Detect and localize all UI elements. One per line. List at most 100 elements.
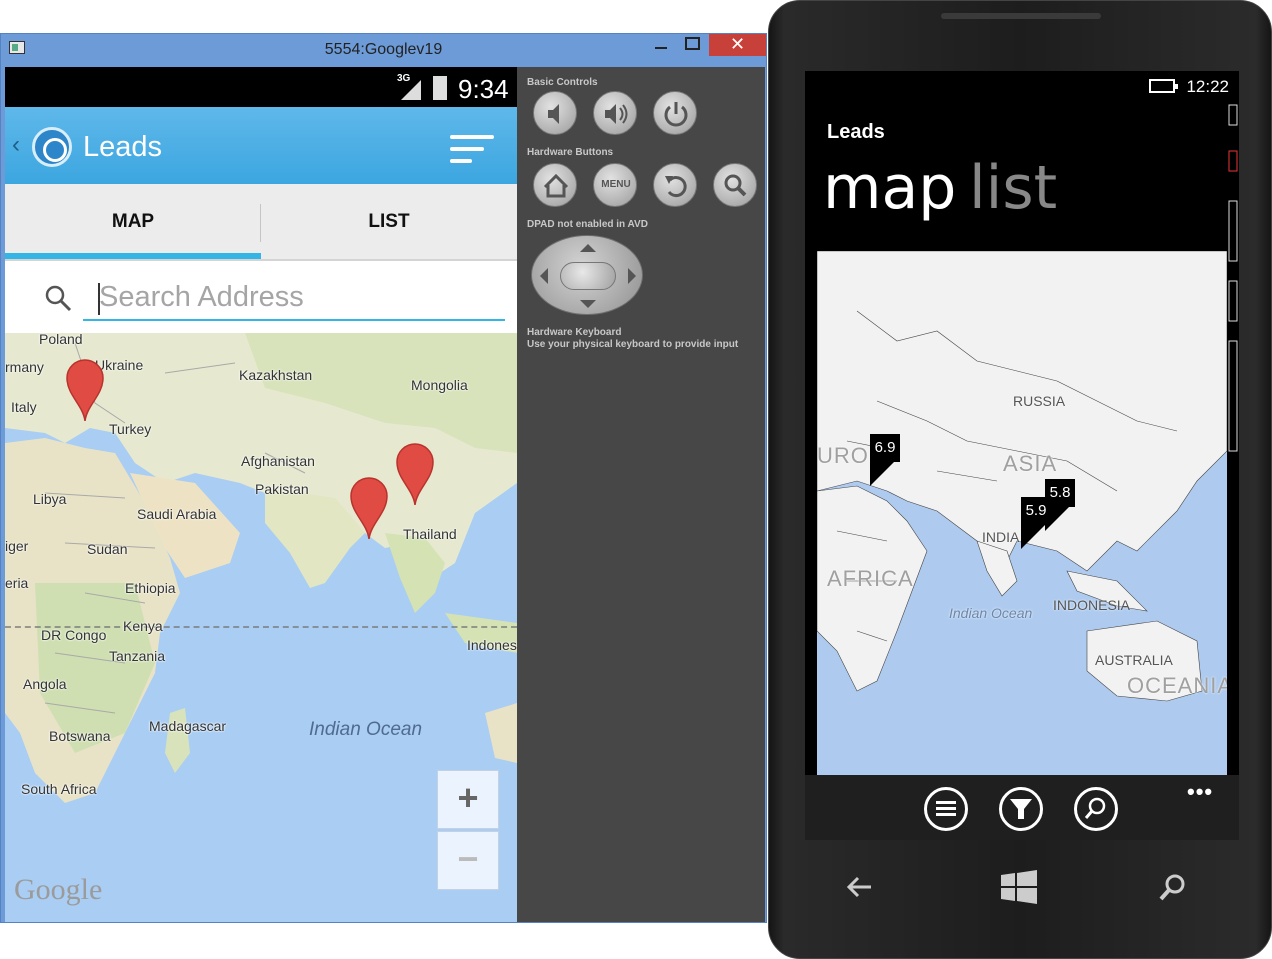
search-placeholder: Search Address <box>99 281 304 313</box>
hardware-buttons-heading: Hardware Buttons <box>527 147 614 158</box>
lead-pin[interactable]: 5.9 <box>1021 497 1051 551</box>
map-label: Afghanistan <box>241 453 315 469</box>
pivot-item-list[interactable]: list <box>969 153 1057 223</box>
map-marker-icon[interactable] <box>395 443 435 505</box>
map-label: Pakistan <box>255 481 309 497</box>
lead-pin[interactable]: 6.9 <box>870 434 900 488</box>
wp-start-hw-icon[interactable] <box>999 869 1039 905</box>
filter-icon <box>1010 799 1032 819</box>
list-button[interactable] <box>924 787 968 831</box>
map-label: Libya <box>33 491 67 507</box>
map-label: Botswana <box>49 728 111 744</box>
back-chevron-icon[interactable]: ‹ <box>12 131 20 159</box>
basic-controls-heading: Basic Controls <box>527 77 598 88</box>
map-label: Turkey <box>109 421 152 437</box>
map-label: Tanzania <box>109 648 166 664</box>
dpad-control[interactable] <box>531 235 643 315</box>
pin-value: 5.9 <box>1021 497 1051 525</box>
map-marker-icon[interactable] <box>65 359 105 421</box>
minimize-icon <box>655 47 667 49</box>
ocean-label: Indian Ocean <box>949 605 1033 621</box>
close-icon: ✕ <box>729 34 746 54</box>
volume-down-icon <box>548 104 559 124</box>
android-screen: 3G 9:34 ‹ Leads MAP LIST Search Address … <box>5 67 517 922</box>
menu-button[interactable]: MENU <box>593 163 637 207</box>
emulator-window: 5554:Googlev19 ✕ 3G 9:34 ‹ Leads MAP LIS… <box>0 33 767 923</box>
earpiece-speaker <box>941 13 1101 19</box>
map-label: Madagascar <box>149 718 227 734</box>
action-bar: ‹ Leads <box>5 107 517 184</box>
tab-map[interactable]: MAP <box>5 184 261 259</box>
maximize-button[interactable] <box>681 34 705 56</box>
back-button[interactable] <box>653 163 697 207</box>
zoom-out-button[interactable]: − <box>437 831 499 890</box>
wp-app-title: Leads <box>827 121 885 143</box>
list-icon <box>936 801 956 816</box>
pivot-item-map[interactable]: map <box>823 153 956 223</box>
pin-value: 6.9 <box>870 434 900 462</box>
bing-map[interactable]: RUSSIA INDIA INDONESIA AUSTRALIA UROI AS… <box>817 251 1227 775</box>
wp-back-hw-icon[interactable] <box>841 869 881 905</box>
search-icon <box>724 174 747 197</box>
volume-up-icon <box>605 104 628 124</box>
windows-phone-device: 12:22 Leads map list RUSSIA INDIA INDONE… <box>768 0 1272 959</box>
search-button[interactable] <box>1074 787 1118 831</box>
tab-bar: MAP LIST <box>5 184 517 261</box>
ocean-label: Indian Ocean <box>309 719 423 740</box>
map-label-india: INDIA <box>982 529 1020 545</box>
pin-tail <box>870 462 894 486</box>
overflow-menu-icon[interactable] <box>450 135 494 163</box>
map-label: Ethiopia <box>125 580 176 596</box>
map-label: rmany <box>5 359 44 375</box>
windows-phone-screen: 12:22 Leads map list RUSSIA INDIA INDONE… <box>805 71 1239 840</box>
map-marker-icon[interactable] <box>349 477 389 539</box>
map-label-oceania: OCEANIA <box>1127 673 1227 698</box>
android-status-bar: 3G 9:34 <box>5 67 517 107</box>
wp-app-bar: ••• <box>805 775 1239 840</box>
map-label: South Africa <box>21 781 97 797</box>
map-label: Kenya <box>123 618 163 634</box>
map-label-russia: RUSSIA <box>1013 393 1066 409</box>
volume-down-button[interactable] <box>533 91 577 135</box>
search-hw-button[interactable] <box>713 163 757 207</box>
volume-up-button[interactable] <box>593 91 637 135</box>
menu-button-label: MENU <box>601 179 631 190</box>
map-label: Mongolia <box>411 377 468 393</box>
tab-selected-indicator <box>5 253 261 259</box>
search-row: Search Address <box>5 263 517 333</box>
search-icon <box>1084 797 1106 819</box>
window-titlebar: 5554:Googlev19 ✕ <box>1 34 766 64</box>
map-label: Angola <box>23 676 67 692</box>
filter-button[interactable] <box>999 787 1043 831</box>
map-label: Poland <box>39 333 83 347</box>
minimize-button[interactable] <box>649 34 673 56</box>
wp-search-hw-icon[interactable] <box>1153 869 1193 905</box>
back-arrow-icon <box>665 176 687 197</box>
google-map[interactable]: Poland Ukraine rmany Italy Turkey Kazakh… <box>5 333 517 922</box>
map-label: Kazakhstan <box>239 367 313 383</box>
battery-icon <box>1149 79 1178 93</box>
keyboard-hint: Use your physical keyboard to provide in… <box>527 339 739 350</box>
maximize-icon <box>685 37 700 50</box>
app-logo-icon[interactable] <box>32 127 72 167</box>
power-button[interactable] <box>653 91 697 135</box>
emulator-controls-panel: Basic Controls Hardware Buttons MENU DPA… <box>517 67 765 922</box>
map-label-europe: UROI <box>817 443 876 468</box>
map-label-africa: AFRICA <box>827 566 914 591</box>
map-label: DR Congo <box>41 627 107 643</box>
dpad-center-button[interactable] <box>560 262 616 290</box>
battery-icon <box>433 76 447 100</box>
more-options-button[interactable]: ••• <box>1187 779 1213 805</box>
power-icon <box>664 102 688 127</box>
close-button[interactable]: ✕ <box>709 34 766 56</box>
network-signal-icon: 3G <box>397 73 423 101</box>
search-address-input[interactable]: Search Address <box>83 275 505 321</box>
map-label: eria <box>5 575 29 591</box>
home-button[interactable] <box>533 163 577 207</box>
search-icon <box>45 285 72 312</box>
map-label-asia: ASIA <box>1003 451 1058 476</box>
zoom-controls: + − <box>437 770 499 890</box>
tab-list[interactable]: LIST <box>261 184 517 259</box>
map-label-australia: AUSTRALIA <box>1095 652 1173 668</box>
zoom-in-button[interactable]: + <box>437 770 499 829</box>
